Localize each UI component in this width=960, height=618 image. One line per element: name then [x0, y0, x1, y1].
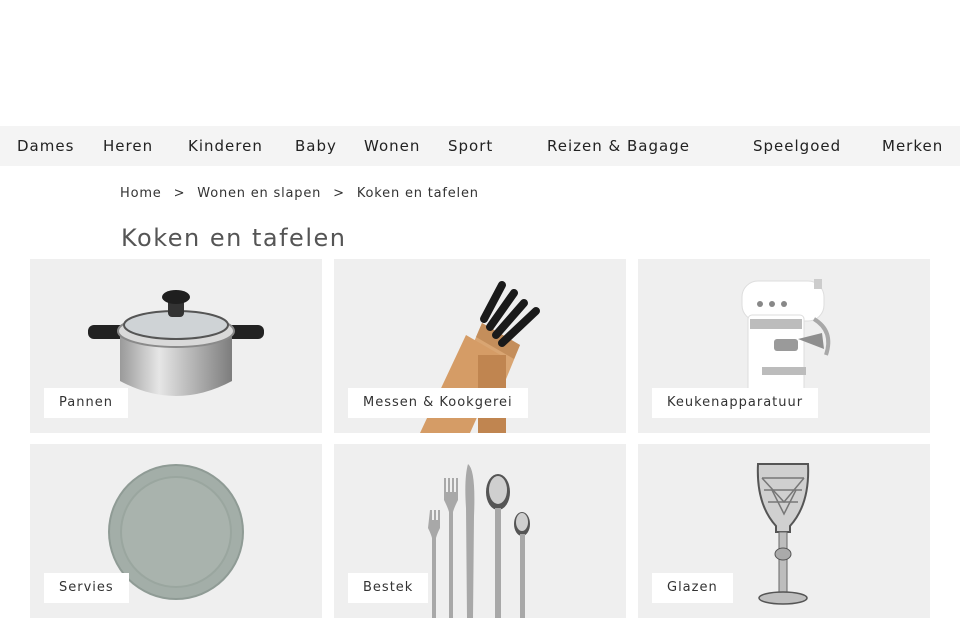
nav-item-merken[interactable]: Merken: [882, 126, 943, 166]
category-tile-glazen[interactable]: Glazen: [638, 444, 930, 618]
nav-item-speelgoed[interactable]: Speelgoed: [753, 126, 841, 166]
breadcrumb-separator: >: [173, 186, 186, 201]
nav-item-kinderen[interactable]: Kinderen: [188, 126, 263, 166]
category-label: Pannen: [44, 388, 128, 418]
category-tile-messen-kookgerei[interactable]: Messen & Kookgerei: [334, 259, 626, 433]
category-label: Servies: [44, 573, 129, 603]
category-tile-bestek[interactable]: Bestek: [334, 444, 626, 618]
page-title: Koken en tafelen: [121, 224, 347, 252]
category-tile-pannen[interactable]: Pannen: [30, 259, 322, 433]
breadcrumb-wonen-en-slapen[interactable]: Wonen en slapen: [197, 186, 321, 201]
breadcrumb-current: Koken en tafelen: [356, 186, 479, 201]
nav-item-dames[interactable]: Dames: [17, 126, 74, 166]
nav-item-heren[interactable]: Heren: [103, 126, 153, 166]
breadcrumb-home[interactable]: Home: [120, 186, 162, 201]
breadcrumb: Home > Wonen en slapen > Koken en tafelen: [120, 186, 479, 201]
category-label: Messen & Kookgerei: [348, 388, 528, 418]
category-tile-keukenapparatuur[interactable]: Keukenapparatuur: [638, 259, 930, 433]
breadcrumb-separator: >: [333, 186, 345, 201]
nav-item-baby[interactable]: Baby: [295, 126, 337, 166]
nav-item-sport[interactable]: Sport: [448, 126, 493, 166]
category-label: Glazen: [652, 573, 733, 603]
main-navigation: Dames Heren Kinderen Baby Wonen Sport Re…: [0, 126, 960, 166]
nav-item-wonen[interactable]: Wonen: [364, 126, 420, 166]
nav-item-reizen-bagage[interactable]: Reizen & Bagage: [547, 126, 690, 166]
header-area: [0, 0, 960, 126]
category-tile-servies[interactable]: Servies: [30, 444, 322, 618]
category-label: Keukenapparatuur: [652, 388, 819, 418]
category-label: Bestek: [348, 573, 429, 603]
